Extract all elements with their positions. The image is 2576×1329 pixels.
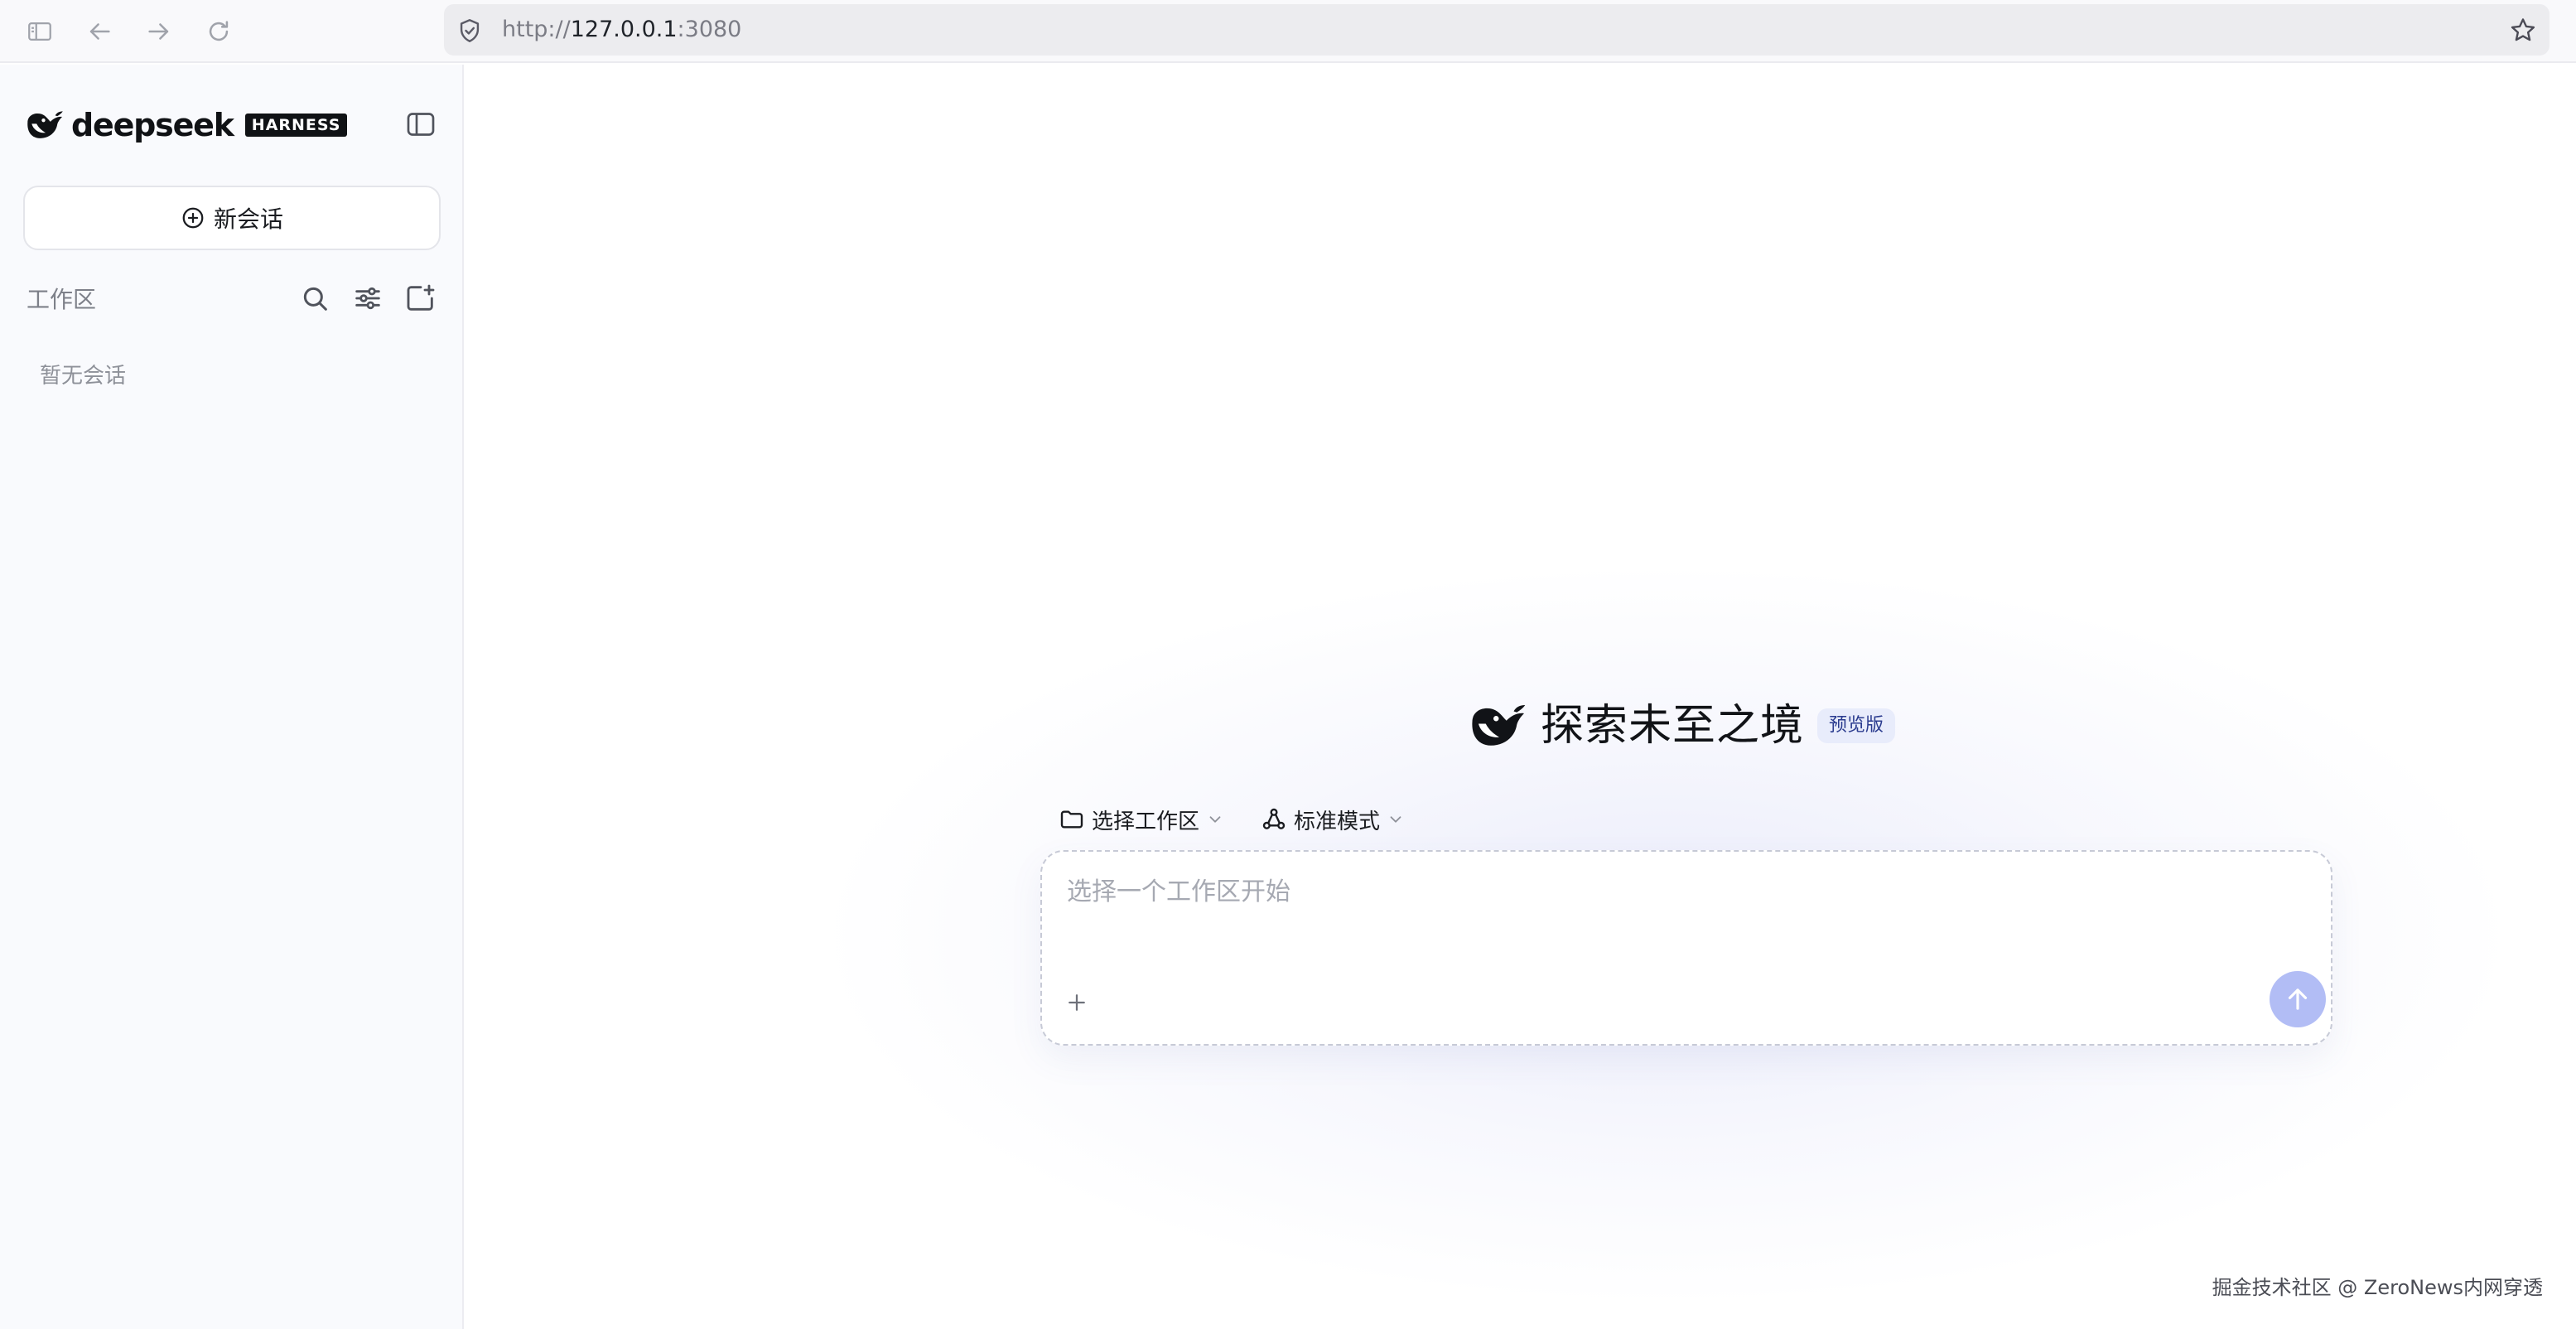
new-folder-icon[interactable]	[404, 282, 437, 315]
hero-title: 探索未至之境	[1541, 701, 1805, 751]
hero-heading: 探索未至之境 预览版	[1468, 694, 1896, 757]
shield-icon[interactable]	[456, 17, 484, 45]
new-chat-button[interactable]: 新会话	[23, 186, 441, 250]
sliders-icon[interactable]	[351, 282, 384, 315]
url-scheme: http://	[502, 17, 571, 42]
watermark: 掘金技术社区 @ ZeroNews内网穿透	[2212, 1276, 2543, 1299]
chevron-down-icon	[1209, 816, 1221, 823]
composer-input[interactable]	[1067, 872, 2226, 911]
mode-icon	[1262, 808, 1286, 829]
chevron-down-icon	[1390, 816, 1401, 823]
new-chat-label: 新会话	[213, 205, 283, 233]
forward-arrow-icon[interactable]	[141, 13, 177, 50]
mode-selector[interactable]: 标准模式	[1261, 799, 1405, 840]
workspace-section-label: 工作区	[27, 286, 97, 313]
url-text[interactable]: http://127.0.0.1:3080	[502, 16, 741, 44]
mode-selector-label: 标准模式	[1294, 809, 1381, 834]
chat-composer	[1040, 850, 2332, 1046]
plus-icon[interactable]	[1059, 984, 1095, 1021]
deepseek-whale-icon	[27, 111, 63, 138]
folder-icon	[1060, 810, 1083, 829]
url-host: 127.0.0.1	[570, 17, 678, 42]
empty-sessions-text: 暂无会话	[40, 364, 127, 389]
brand-name: deepseek	[71, 107, 234, 143]
workspace-selector-label: 选择工作区	[1092, 809, 1200, 834]
search-icon[interactable]	[298, 282, 331, 315]
send-button[interactable]	[2270, 971, 2326, 1027]
sidebar-toggle-icon[interactable]	[404, 108, 437, 141]
deepseek-whale-icon	[1472, 705, 1526, 746]
reload-icon[interactable]	[200, 13, 237, 50]
sidebar-panel-icon[interactable]	[22, 13, 58, 50]
address-bar[interactable]: http://127.0.0.1:3080	[444, 4, 2549, 56]
browser-toolbar: http://127.0.0.1:3080	[0, 0, 2576, 63]
star-icon[interactable]	[2508, 16, 2538, 46]
brand-logo[interactable]: deepseek HARNESS	[25, 104, 348, 146]
back-arrow-icon[interactable]	[81, 13, 118, 50]
brand-badge: HARNESS	[244, 114, 348, 137]
plus-circle-icon	[182, 207, 204, 229]
workspace-selector[interactable]: 选择工作区	[1059, 799, 1224, 840]
main-area: 探索未至之境 预览版 选择工作区 标准模式 掘金技术社区 @ ZeroNews内…	[466, 65, 2576, 1329]
arrow-up-icon	[2288, 988, 2308, 1010]
url-port: :3080	[677, 17, 742, 42]
preview-badge: 预览版	[1817, 708, 1896, 743]
sidebar: deepseek HARNESS 新会话 工作区 暂无会话	[0, 65, 464, 1329]
